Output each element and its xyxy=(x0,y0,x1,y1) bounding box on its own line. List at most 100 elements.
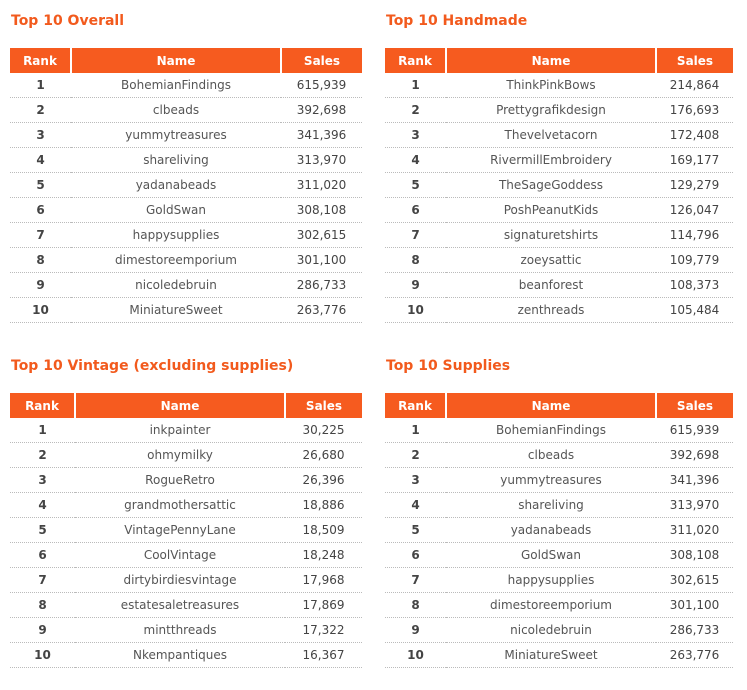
table-row: 3 Thevelvetacorn 172,408 xyxy=(385,122,733,148)
table-row: 9 nicoledebruin 286,733 xyxy=(10,272,362,298)
cell-sales: 26,396 xyxy=(285,467,362,493)
cell-sales: 263,776 xyxy=(656,642,733,668)
cell-sales: 26,680 xyxy=(285,442,362,468)
cell-name: VintagePennyLane xyxy=(75,517,285,543)
ranking-table: Rank Name Sales 1 BohemianFindings 615,939 2 cl… xyxy=(10,48,362,323)
cell-rank: 2 xyxy=(10,442,75,468)
column-header-name[interactable]: Name xyxy=(446,393,657,418)
cell-sales: 17,322 xyxy=(285,617,362,643)
table-row: 1 inkpainter 30,225 xyxy=(10,418,362,443)
column-header-sales[interactable]: Sales xyxy=(285,393,362,418)
cell-name: yummytreasures xyxy=(446,467,656,493)
cell-rank: 5 xyxy=(385,517,446,543)
cell-rank: 2 xyxy=(10,97,71,123)
cell-name: zenthreads xyxy=(446,297,656,323)
table-header: Rank Name Sales xyxy=(385,48,733,73)
cell-sales: 392,698 xyxy=(656,442,733,468)
table-row: 9 mintthreads 17,322 xyxy=(10,617,362,643)
table-row: 2 clbeads 392,698 xyxy=(385,442,733,468)
cell-sales: 286,733 xyxy=(281,272,362,298)
table-row: 1 BohemianFindings 615,939 xyxy=(385,418,733,443)
cell-name: nicoledebruin xyxy=(71,272,281,298)
column-header-name[interactable]: Name xyxy=(75,393,286,418)
cell-name: shareliving xyxy=(71,147,281,173)
cell-name: beanforest xyxy=(446,272,656,298)
cell-sales: 105,484 xyxy=(656,297,733,323)
cell-sales: 308,108 xyxy=(656,542,733,568)
cell-sales: 313,970 xyxy=(656,492,733,518)
cell-sales: 126,047 xyxy=(656,197,733,223)
cell-rank: 2 xyxy=(385,97,446,123)
cell-sales: 311,020 xyxy=(656,517,733,543)
column-header-name[interactable]: Name xyxy=(71,48,282,73)
cell-sales: 18,509 xyxy=(285,517,362,543)
table-row: 8 estatesaletreasures 17,869 xyxy=(10,592,362,618)
cell-rank: 9 xyxy=(385,272,446,298)
cell-sales: 286,733 xyxy=(656,617,733,643)
table-title: Top 10 Vintage (excluding supplies) xyxy=(11,358,294,374)
cell-name: CoolVintage xyxy=(75,542,285,568)
cell-rank: 7 xyxy=(10,222,71,248)
cell-name: RivermillEmbroidery xyxy=(446,147,656,173)
cell-rank: 5 xyxy=(10,172,71,198)
cell-sales: 16,367 xyxy=(285,642,362,668)
cell-sales: 214,864 xyxy=(656,73,733,98)
table-row: 7 dirtybirdiesvintage 17,968 xyxy=(10,567,362,593)
cell-name: BohemianFindings xyxy=(71,73,281,98)
cell-rank: 1 xyxy=(10,73,71,98)
cell-rank: 10 xyxy=(10,642,75,668)
cell-name: GoldSwan xyxy=(71,197,281,223)
table-title: Top 10 Overall xyxy=(11,13,125,29)
cell-name: inkpainter xyxy=(75,418,285,443)
table-row: 8 dimestoreemporium 301,100 xyxy=(10,247,362,273)
cell-rank: 6 xyxy=(385,542,446,568)
ranking-table: Rank Name Sales 1 ThinkPinkBows 214,864 2 Prett… xyxy=(385,48,733,323)
cell-name: Nkempantiques xyxy=(75,642,285,668)
cell-name: dimestoreemporium xyxy=(446,592,656,618)
cell-sales: 341,396 xyxy=(281,122,362,148)
cell-name: yadanabeads xyxy=(446,517,656,543)
column-header-sales[interactable]: Sales xyxy=(656,393,733,418)
column-header-rank[interactable]: Rank xyxy=(385,393,447,418)
table-row: 3 yummytreasures 341,396 xyxy=(10,122,362,148)
cell-rank: 4 xyxy=(385,492,446,518)
table-row: 5 TheSageGoddess 129,279 xyxy=(385,172,733,198)
cell-rank: 1 xyxy=(385,418,446,443)
cell-rank: 4 xyxy=(10,492,75,518)
table-row: 3 yummytreasures 341,396 xyxy=(385,467,733,493)
cell-rank: 10 xyxy=(385,297,446,323)
column-header-name[interactable]: Name xyxy=(446,48,657,73)
cell-rank: 3 xyxy=(10,122,71,148)
table-row: 8 zoeysattic 109,779 xyxy=(385,247,733,273)
table-row: 4 shareliving 313,970 xyxy=(385,492,733,518)
table-row: 1 ThinkPinkBows 214,864 xyxy=(385,73,733,98)
cell-name: BohemianFindings xyxy=(446,418,656,443)
table-row: 10 zenthreads 105,484 xyxy=(385,297,733,323)
cell-name: Prettygrafikdesign xyxy=(446,97,656,123)
cell-name: clbeads xyxy=(446,442,656,468)
column-header-sales[interactable]: Sales xyxy=(656,48,733,73)
cell-sales: 114,796 xyxy=(656,222,733,248)
cell-name: shareliving xyxy=(446,492,656,518)
cell-rank: 9 xyxy=(385,617,446,643)
table-row: 6 GoldSwan 308,108 xyxy=(10,197,362,223)
table-row: 1 BohemianFindings 615,939 xyxy=(10,73,362,98)
table-row: 3 RogueRetro 26,396 xyxy=(10,467,362,493)
column-header-sales[interactable]: Sales xyxy=(281,48,362,73)
cell-sales: 18,248 xyxy=(285,542,362,568)
table-row: 10 Nkempantiques 16,367 xyxy=(10,642,362,668)
cell-sales: 301,100 xyxy=(656,592,733,618)
column-header-rank[interactable]: Rank xyxy=(10,393,76,418)
table-row: 2 ohmymilky 26,680 xyxy=(10,442,362,468)
table-row: 6 PoshPeanutKids 126,047 xyxy=(385,197,733,223)
cell-sales: 108,373 xyxy=(656,272,733,298)
cell-rank: 10 xyxy=(385,642,446,668)
column-header-rank[interactable]: Rank xyxy=(10,48,72,73)
cell-name: signaturetshirts xyxy=(446,222,656,248)
top-handmade-panel: Top 10 Handmade Rank Name Sales 1 ThinkPinkBo… xyxy=(385,11,733,323)
column-header-rank[interactable]: Rank xyxy=(385,48,447,73)
cell-name: zoeysattic xyxy=(446,247,656,273)
cell-name: RogueRetro xyxy=(75,467,285,493)
cell-name: grandmothersattic xyxy=(75,492,285,518)
table-row: 9 nicoledebruin 286,733 xyxy=(385,617,733,643)
